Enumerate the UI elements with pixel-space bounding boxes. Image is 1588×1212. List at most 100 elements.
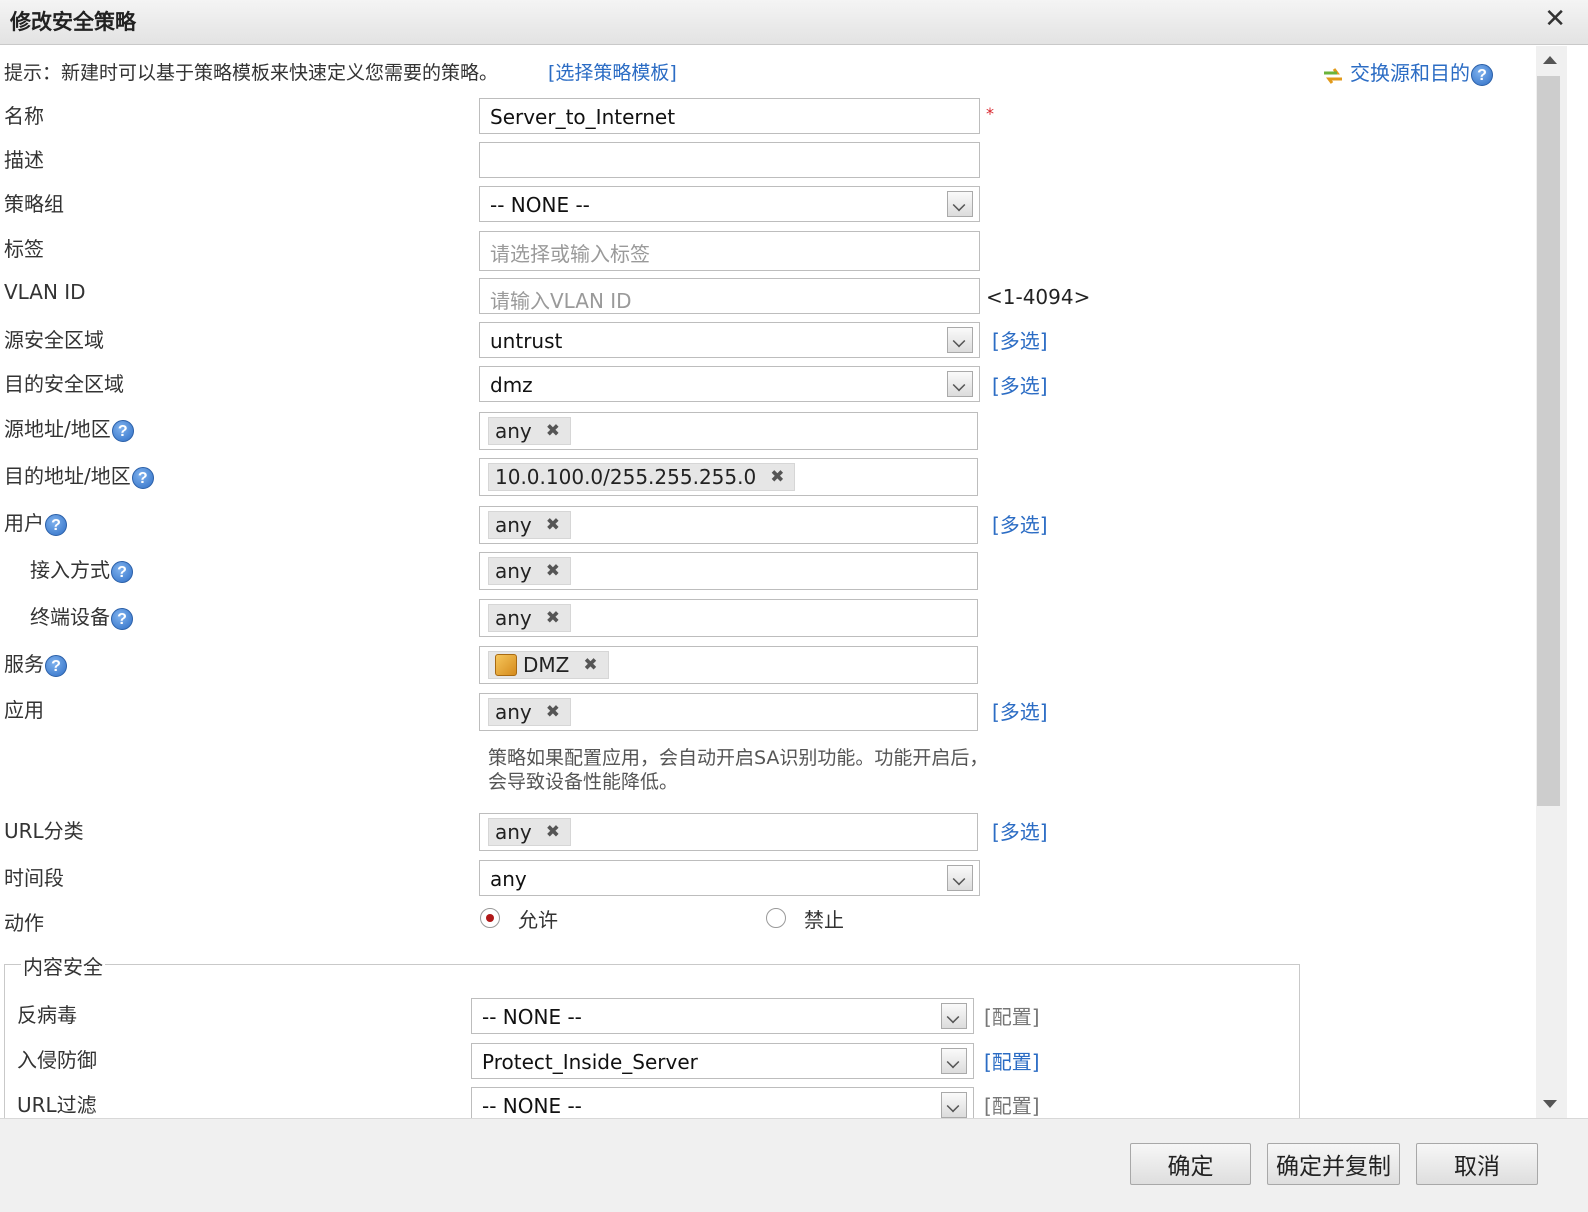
dst-zone-value: dmz [490, 373, 533, 397]
access-tag: any ✖ [488, 557, 572, 585]
scroll-up-icon[interactable] [1543, 56, 1557, 64]
src-addr-tagbox[interactable]: any ✖ [479, 412, 978, 450]
remove-tag-icon[interactable]: ✖ [546, 421, 560, 441]
remove-tag-icon[interactable]: ✖ [546, 822, 560, 842]
group-value: -- NONE -- [490, 193, 590, 217]
dst-addr-label: 目的地址/地区? [4, 460, 154, 489]
name-input[interactable]: Server_to_Internet [479, 98, 980, 134]
scroll-down-icon[interactable] [1543, 1100, 1557, 1108]
chevron-down-icon[interactable] [941, 1048, 967, 1074]
user-tag-text: any [495, 513, 532, 537]
desc-input[interactable] [479, 142, 980, 178]
user-multi-link[interactable]: [多选] [992, 509, 1048, 538]
service-tagbox[interactable]: DMZ ✖ [479, 646, 978, 684]
tag-input[interactable]: 请选择或输入标签 [479, 231, 980, 271]
help-icon[interactable]: ? [45, 654, 67, 677]
service-tag: DMZ ✖ [488, 651, 609, 679]
close-icon[interactable]: ✕ [1544, 4, 1566, 34]
ips-config-link[interactable]: [配置] [984, 1046, 1040, 1075]
tag-label: 标签 [4, 237, 44, 261]
desc-label: 描述 [4, 148, 44, 172]
dst-addr-tag-text: 10.0.100.0/255.255.255.0 [495, 465, 757, 489]
chevron-down-icon[interactable] [947, 865, 973, 891]
url-filter-label: URL过滤 [17, 1093, 97, 1117]
access-label: 接入方式? [30, 554, 133, 583]
app-tag: any ✖ [488, 698, 572, 726]
select-template-link[interactable]: [选择策略模板] [548, 58, 677, 85]
terminal-tagbox[interactable]: any ✖ [479, 599, 978, 637]
swap-src-dst-link[interactable]: 交换源和目的? [1322, 57, 1493, 86]
action-label: 动作 [4, 911, 44, 935]
app-tagbox[interactable]: any ✖ [479, 693, 978, 731]
app-multi-link[interactable]: [多选] [992, 696, 1048, 725]
ips-select[interactable]: Protect_Inside_Server [471, 1043, 974, 1079]
dst-zone-select[interactable]: dmz [479, 366, 980, 402]
allow-radio[interactable] [480, 908, 500, 928]
user-label: 用户? [4, 507, 67, 536]
vlan-placeholder: 请输入VLAN ID [490, 289, 632, 313]
src-zone-multi-link[interactable]: [多选] [992, 325, 1048, 354]
url-filter-select[interactable]: -- NONE -- [471, 1087, 974, 1118]
dialog-footer: 确定 确定并复制 取消 [0, 1118, 1588, 1212]
dst-addr-label-text: 目的地址/地区 [4, 464, 131, 488]
deny-radio[interactable] [766, 908, 786, 928]
src-addr-label-text: 源地址/地区 [4, 417, 111, 441]
chevron-down-icon[interactable] [947, 191, 973, 217]
dst-zone-multi-link[interactable]: [多选] [992, 370, 1048, 399]
deny-label: 禁止 [804, 908, 844, 932]
ok-button[interactable]: 确定 [1130, 1143, 1251, 1185]
help-icon[interactable]: ? [1471, 63, 1493, 86]
service-tag-text: DMZ [523, 653, 570, 677]
remove-tag-icon[interactable]: ✖ [546, 561, 560, 581]
time-value: any [490, 867, 527, 891]
content-security-group: 内容安全 反病毒 -- NONE -- [配置] 入侵防御 Protect_In… [4, 951, 1300, 1118]
src-addr-tag: any ✖ [488, 417, 572, 445]
antivirus-label: 反病毒 [17, 1003, 77, 1027]
group-select[interactable]: -- NONE -- [479, 186, 980, 222]
chevron-down-icon[interactable] [941, 1003, 967, 1029]
help-icon[interactable]: ? [45, 513, 67, 536]
chevron-down-icon[interactable] [941, 1092, 967, 1118]
name-label: 名称 [4, 104, 44, 128]
remove-tag-icon[interactable]: ✖ [770, 467, 784, 487]
dst-addr-tagbox[interactable]: 10.0.100.0/255.255.255.0 ✖ [479, 458, 978, 496]
url-cat-multi-link[interactable]: [多选] [992, 816, 1048, 845]
cancel-button[interactable]: 取消 [1416, 1143, 1538, 1185]
remove-tag-icon[interactable]: ✖ [583, 655, 597, 675]
terminal-label-text: 终端设备 [30, 605, 110, 629]
antivirus-config-link[interactable]: [配置] [984, 1001, 1040, 1030]
dst-addr-tag: 10.0.100.0/255.255.255.0 ✖ [488, 463, 796, 491]
swap-icon [1322, 66, 1344, 84]
group-label: 策略组 [4, 192, 64, 216]
ok-copy-button[interactable]: 确定并复制 [1267, 1143, 1400, 1185]
url-cat-label: URL分类 [4, 819, 84, 843]
tag-placeholder: 请选择或输入标签 [490, 242, 650, 266]
remove-tag-icon[interactable]: ✖ [546, 608, 560, 628]
chevron-down-icon[interactable] [947, 371, 973, 397]
access-tag-text: any [495, 559, 532, 583]
time-select[interactable]: any [479, 860, 980, 896]
help-icon[interactable]: ? [111, 419, 134, 442]
user-label-text: 用户 [4, 511, 44, 535]
allow-label: 允许 [518, 908, 558, 932]
dialog-content: 提示：新建时可以基于策略模板来快速定义您需要的策略。 [选择策略模板] 交换源和… [0, 46, 1536, 1118]
vertical-scrollbar[interactable] [1536, 46, 1567, 1118]
terminal-tag: any ✖ [488, 604, 572, 632]
src-zone-select[interactable]: untrust [479, 322, 980, 358]
access-tagbox[interactable]: any ✖ [479, 552, 978, 590]
help-icon[interactable]: ? [131, 466, 154, 489]
chevron-down-icon[interactable] [947, 327, 973, 353]
access-label-text: 接入方式 [30, 558, 110, 582]
help-icon[interactable]: ? [111, 560, 133, 583]
dst-zone-label: 目的安全区域 [4, 372, 124, 396]
url-cat-tagbox[interactable]: any ✖ [479, 813, 978, 851]
scroll-thumb[interactable] [1537, 76, 1560, 806]
user-tagbox[interactable]: any ✖ [479, 506, 978, 544]
remove-tag-icon[interactable]: ✖ [546, 702, 560, 722]
url-filter-config-link[interactable]: [配置] [984, 1090, 1040, 1118]
user-tag: any ✖ [488, 511, 572, 539]
vlan-input[interactable]: 请输入VLAN ID [479, 278, 980, 314]
antivirus-select[interactable]: -- NONE -- [471, 998, 974, 1034]
help-icon[interactable]: ? [111, 607, 133, 630]
remove-tag-icon[interactable]: ✖ [546, 515, 560, 535]
